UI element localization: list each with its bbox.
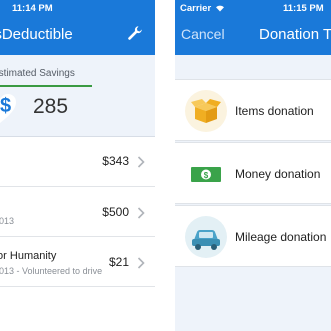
money-donation-option[interactable]: $ Money donation <box>175 142 331 204</box>
carrier-label: Carrier <box>180 3 212 14</box>
row-title: for Humanity <box>0 250 57 262</box>
mileage-donation-option[interactable]: Mileage donation <box>175 205 331 267</box>
cash-icon: $ <box>185 153 227 195</box>
row-amount: $500 <box>102 205 129 219</box>
its-deductible-screen: 11:14 PM ItsDeductible Estimated Savings… <box>0 0 155 331</box>
navigation-bar: 11:14 PM ItsDeductible <box>0 0 155 55</box>
chevron-right-icon <box>137 207 145 219</box>
navigation-bar: Carrier 11:15 PM Cancel Donation Type <box>175 0 331 55</box>
status-time: 11:14 PM <box>12 3 53 14</box>
donation-row[interactable]: for Humanity 2013 - Volunteered to drive… <box>0 237 155 287</box>
chevron-right-icon <box>137 257 145 269</box>
option-label: Items donation <box>235 104 314 118</box>
option-label: Mileage donation <box>235 230 327 244</box>
currency-symbol: $ <box>0 95 12 117</box>
svg-text:$: $ <box>204 171 209 180</box>
row-date: 2013 <box>0 216 15 226</box>
chevron-right-icon <box>137 156 145 168</box>
items-donation-option[interactable]: Items donation <box>175 79 331 141</box>
car-icon <box>185 216 227 258</box>
status-time: 11:15 PM <box>283 3 324 14</box>
donation-type-screen: Carrier 11:15 PM Cancel Donation Type It… <box>175 0 331 331</box>
row-subtitle: 2013 - Volunteered to drive <box>0 266 103 276</box>
row-amount: $343 <box>102 154 129 168</box>
estimated-savings-panel: Estimated Savings $ 285 <box>0 55 155 137</box>
donation-row[interactable]: $343 <box>0 137 155 187</box>
wrench-icon[interactable] <box>127 25 143 41</box>
screen-divider <box>155 0 175 331</box>
cancel-button[interactable]: Cancel <box>181 26 225 42</box>
row-amount: $21 <box>108 255 129 269</box>
donation-row[interactable]: $500 2013 <box>0 187 155 237</box>
savings-amount: 285 <box>33 95 69 118</box>
option-label: Money donation <box>235 167 321 181</box>
box-icon <box>185 90 227 132</box>
app-title: ItsDeductible <box>0 26 73 43</box>
estimated-savings-label: Estimated Savings <box>0 68 75 79</box>
wifi-icon <box>216 5 224 12</box>
page-title: Donation Type <box>259 26 331 43</box>
savings-underline <box>0 85 92 87</box>
